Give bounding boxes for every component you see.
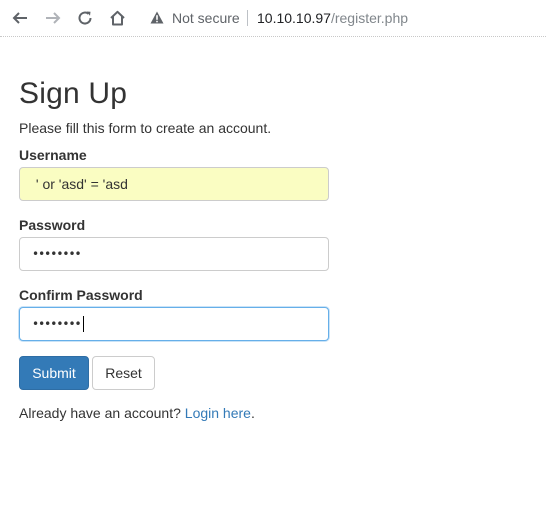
url-path: /register.php xyxy=(330,10,409,26)
login-link[interactable]: Login here xyxy=(185,405,251,421)
reload-icon xyxy=(78,11,92,25)
url-text[interactable]: 10.10.10.97/register.php xyxy=(257,10,408,26)
url-host: 10.10.10.97 xyxy=(257,10,331,26)
password-label: Password xyxy=(19,217,86,233)
home-button[interactable] xyxy=(105,6,129,30)
warning-icon xyxy=(150,11,164,24)
forward-button[interactable] xyxy=(41,6,65,30)
browser-toolbar: Not secure 10.10.10.97/register.php xyxy=(0,0,546,36)
text-caret xyxy=(82,316,84,332)
url-separator xyxy=(247,10,248,26)
username-label: Username xyxy=(19,147,87,163)
reset-button[interactable]: Reset xyxy=(92,356,155,390)
submit-button[interactable]: Submit xyxy=(19,356,89,390)
toolbar-divider xyxy=(0,36,546,37)
page-title: Sign Up xyxy=(19,77,128,110)
password-input[interactable]: •••••••• xyxy=(19,237,329,271)
address-bar[interactable]: Not secure 10.10.10.97/register.php xyxy=(142,4,546,32)
back-arrow-icon xyxy=(12,12,27,24)
confirm-password-label: Confirm Password xyxy=(19,287,143,303)
login-suffix: . xyxy=(250,405,255,421)
confirm-password-input[interactable]: •••••••• xyxy=(19,307,329,341)
username-input[interactable]: ' or 'asd' = 'asd xyxy=(19,167,329,201)
forward-arrow-icon xyxy=(46,12,61,24)
back-button[interactable] xyxy=(8,6,32,30)
username-value: ' or 'asd' = 'asd xyxy=(32,176,128,192)
home-icon xyxy=(109,10,125,26)
security-label[interactable]: Not secure xyxy=(172,10,240,26)
page-subtitle: Please fill this form to create an accou… xyxy=(19,120,272,136)
confirm-password-value: •••••••• xyxy=(32,317,82,331)
password-value: •••••••• xyxy=(32,247,82,261)
login-prompt-text: Already have an account? xyxy=(19,405,185,421)
login-prompt: Already have an account? Login here. xyxy=(19,405,255,421)
reload-button[interactable] xyxy=(73,6,97,30)
